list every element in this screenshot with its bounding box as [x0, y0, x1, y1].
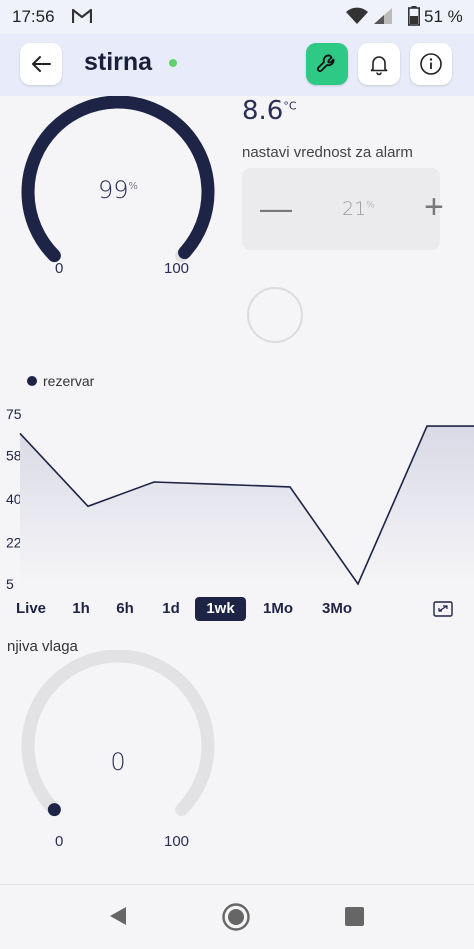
temperature-value: 8.6°C [242, 96, 297, 126]
range-tab-1mo[interactable]: 1Mo [256, 597, 300, 621]
status-bar: 17:56 51 % [0, 0, 474, 34]
battery-percent: 51 % [424, 7, 463, 26]
humidity-gauge-value: 0 [110, 748, 126, 776]
range-tab-1wk[interactable]: 1wk [195, 597, 246, 621]
range-tab-live[interactable]: Live [10, 597, 52, 621]
level-gauge-max: 100 [164, 260, 190, 277]
legend-marker [27, 376, 37, 386]
notifications-button[interactable] [358, 43, 400, 85]
recents-square-icon[interactable] [344, 906, 365, 927]
range-tab-6h[interactable]: 6h [108, 597, 142, 621]
alarm-stepper: — 21% + [242, 168, 444, 250]
gmail-icon [72, 8, 92, 23]
range-tab-3mo[interactable]: 3Mo [314, 597, 360, 621]
status-time: 17:56 [12, 7, 55, 26]
humidity-gauge-max: 100 [164, 833, 190, 850]
level-gauge-min: 0 [55, 260, 64, 277]
system-nav-bar [0, 884, 474, 949]
y-tick-label: 40 [6, 491, 22, 507]
info-button[interactable] [410, 43, 452, 85]
range-tab-1d[interactable]: 1d [154, 597, 188, 621]
alarm-value: 21% [342, 198, 375, 220]
home-circle-icon[interactable] [221, 902, 251, 932]
alarm-label: nastavi vrednost za alarm [242, 144, 413, 161]
y-tick-label: 58 [6, 447, 22, 463]
info-icon [420, 53, 442, 75]
online-status-dot [169, 59, 177, 67]
wifi-icon [346, 7, 368, 24]
expand-icon[interactable] [433, 601, 453, 617]
loading-circle [247, 287, 303, 343]
increment-button[interactable]: + [424, 188, 444, 227]
y-tick-label: 75 [6, 406, 22, 422]
humidity-gauge-min: 0 [55, 833, 64, 850]
device-title: stirna [84, 48, 153, 76]
back-triangle-icon[interactable] [107, 905, 129, 927]
range-tab-1h[interactable]: 1h [64, 597, 98, 621]
gauge-fill-dot [47, 803, 61, 817]
settings-button[interactable] [306, 43, 348, 85]
humidity-gauge [21, 650, 215, 817]
decrement-button[interactable]: — [260, 190, 292, 227]
y-tick-label: 22 [6, 535, 22, 551]
app-header: stirna [0, 34, 474, 96]
bell-icon [370, 56, 388, 76]
back-arrow-icon [32, 56, 51, 72]
reservoir-chart: 75 58 40 22 5 [6, 406, 474, 592]
wrench-icon [317, 54, 335, 72]
back-button[interactable] [20, 43, 62, 85]
legend-label: rezervar [43, 373, 95, 389]
chart-area-fill [20, 426, 474, 584]
signal-icon [374, 8, 392, 24]
battery-icon [408, 6, 420, 26]
level-gauge-value: 99% [97, 176, 139, 204]
y-tick-label: 5 [6, 576, 14, 592]
gauge-track [21, 650, 215, 817]
